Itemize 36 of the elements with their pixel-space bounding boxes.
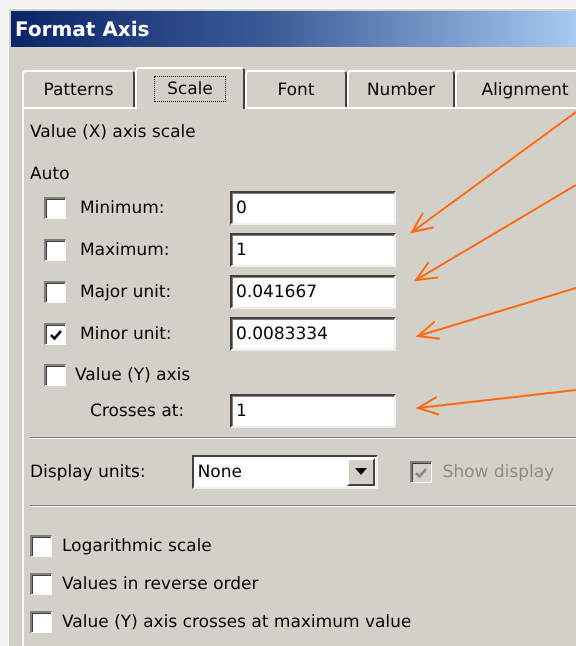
checkbox[interactable]	[44, 239, 66, 261]
section-heading: Value (X) axis scale	[30, 122, 196, 142]
tab[interactable]: Scale	[135, 67, 245, 109]
input-field[interactable]: 0	[230, 191, 396, 225]
field-label: Crosses at:	[90, 401, 184, 421]
tab[interactable]: Number	[347, 70, 455, 107]
checkbox[interactable]	[44, 197, 66, 219]
checkbox-label: Value (Y) axis crosses at maximum value	[62, 612, 412, 632]
checkbox[interactable]	[44, 364, 66, 386]
field-label: Display units:	[30, 462, 146, 482]
field-label: Minimum:	[80, 198, 165, 218]
tab[interactable]: Font	[245, 70, 347, 107]
checkbox[interactable]	[30, 573, 52, 595]
tab[interactable]: Alignment	[455, 70, 576, 107]
checkbox[interactable]	[30, 611, 52, 633]
input-field[interactable]: 1	[230, 233, 396, 267]
caret-icon	[354, 468, 367, 476]
field-label: Minor unit:	[80, 324, 172, 344]
window-title: Format Axis	[14, 17, 150, 41]
field-label: Major unit:	[80, 282, 172, 302]
checkbox[interactable]	[44, 323, 66, 345]
input-field[interactable]: 1	[230, 394, 396, 428]
check-icon	[414, 466, 428, 480]
checkbox-label: Show display	[442, 462, 554, 482]
tab[interactable]: Patterns	[22, 70, 135, 107]
checkbox[interactable]	[30, 535, 52, 557]
field-label: Maximum:	[80, 240, 170, 260]
dropdown[interactable]: None	[192, 455, 378, 489]
checkbox[interactable]	[44, 281, 66, 303]
group-label: Auto	[30, 164, 70, 184]
input-field[interactable]: 0.0083334	[230, 317, 396, 351]
input-field[interactable]: 0.041667	[230, 275, 396, 309]
checkbox-label: Logarithmic scale	[62, 536, 212, 556]
check-icon	[48, 328, 62, 342]
checkbox-label: Values in reverse order	[62, 574, 258, 594]
field-label: Value (Y) axis	[75, 365, 190, 385]
